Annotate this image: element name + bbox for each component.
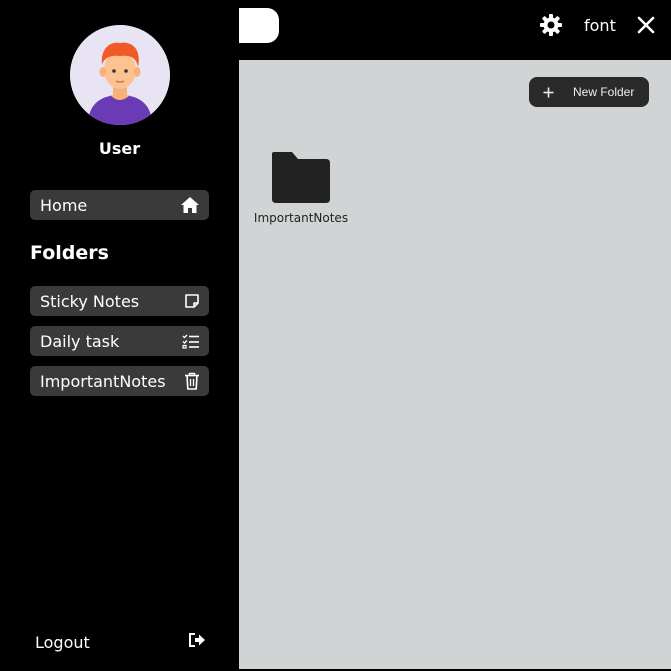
home-icon xyxy=(180,196,200,214)
sidebar-item-label: ImportantNotes xyxy=(40,371,166,391)
top-bar: font xyxy=(239,0,671,60)
user-avatar-icon xyxy=(70,25,170,125)
sidebar-item-importantnotes[interactable]: ImportantNotes xyxy=(30,366,209,396)
font-button[interactable]: font xyxy=(584,16,616,35)
trash-icon[interactable] xyxy=(184,372,200,390)
sidebar: User Home Folders Sticky Notes Daily tas… xyxy=(0,0,239,671)
sticky-note-icon xyxy=(184,293,200,309)
new-folder-label: New Folder xyxy=(573,85,635,99)
checklist-icon xyxy=(182,333,200,349)
tab-tab[interactable] xyxy=(239,8,279,43)
plus-icon xyxy=(542,86,555,99)
sidebar-item-sticky-notes[interactable]: Sticky Notes xyxy=(30,286,209,316)
sidebar-item-label: Sticky Notes xyxy=(40,291,140,311)
sidebar-item-label: Daily task xyxy=(40,331,120,351)
close-icon[interactable] xyxy=(636,15,656,39)
folder-tile[interactable]: ImportantNotes xyxy=(253,150,349,225)
logout-label: Logout xyxy=(35,632,90,652)
gear-icon[interactable] xyxy=(539,13,563,41)
logout-icon xyxy=(188,632,206,652)
folder-icon xyxy=(270,152,332,208)
logout-button[interactable]: Logout xyxy=(35,632,206,652)
folder-name: ImportantNotes xyxy=(253,211,349,225)
sidebar-item-label: Home xyxy=(40,195,88,215)
folders-heading: Folders xyxy=(30,242,109,264)
avatar xyxy=(70,25,170,125)
main-content: New Folder ImportantNotes xyxy=(239,60,671,669)
new-folder-button[interactable]: New Folder xyxy=(529,77,649,107)
sidebar-item-daily-task[interactable]: Daily task xyxy=(30,326,209,356)
username: User xyxy=(98,139,141,158)
sidebar-item-home[interactable]: Home xyxy=(30,190,209,220)
